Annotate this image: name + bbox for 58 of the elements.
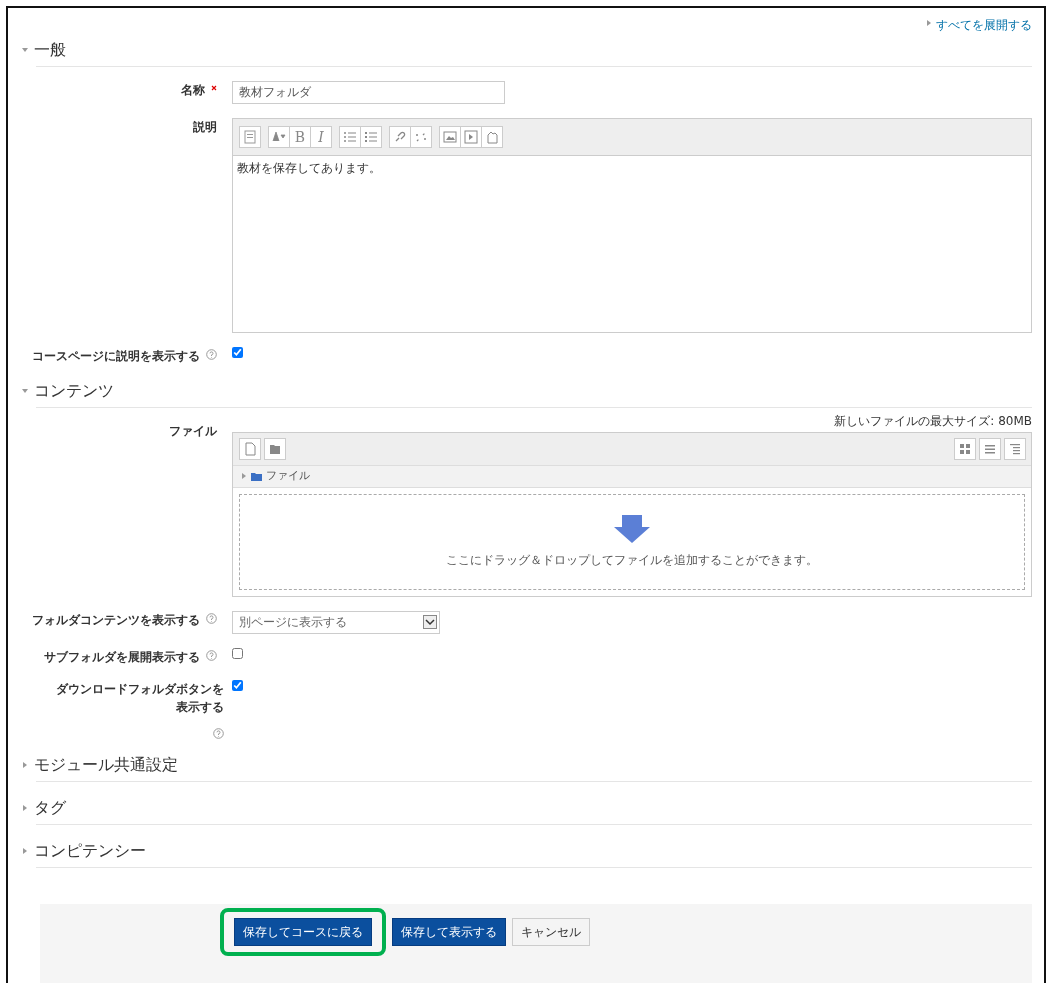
- field-label: コースページに説明を表示する: [32, 348, 200, 365]
- numbers-button[interactable]: [360, 126, 382, 148]
- bullets-button[interactable]: [339, 126, 361, 148]
- add-file-button[interactable]: [239, 438, 261, 460]
- help-icon[interactable]: [206, 612, 217, 624]
- format-button[interactable]: [239, 126, 261, 148]
- editor-field[interactable]: B I 教材を保存してあります。: [232, 118, 1032, 333]
- help-icon[interactable]: [206, 349, 217, 360]
- field-label: ファイル: [169, 423, 217, 440]
- create-folder-button[interactable]: [264, 438, 286, 460]
- field-label: サブフォルダを展開表示する: [44, 648, 200, 666]
- tree-icon: [1007, 441, 1023, 457]
- editor-text: 教材を保存してあります。: [236, 160, 382, 177]
- grid-icon: [957, 441, 973, 457]
- checkbox[interactable]: [232, 679, 243, 691]
- style-button[interactable]: [268, 126, 290, 148]
- drop-hint: ここにドラッグ＆ドロップしてファイルを追加することができます。: [446, 551, 818, 569]
- help-icon[interactable]: [213, 727, 224, 739]
- checkbox[interactable]: [232, 347, 243, 358]
- folder-path[interactable]: ファイル: [266, 468, 310, 485]
- max-size-note: 新しいファイルの最大サイズ: 80MB: [833, 413, 1032, 430]
- bold-button[interactable]: B: [289, 126, 311, 148]
- list-view-button[interactable]: [979, 438, 1001, 460]
- expand-all-link[interactable]: すべてを展開する: [936, 16, 1032, 34]
- name-field[interactable]: 教材フォルダ: [232, 81, 505, 104]
- image-button[interactable]: [439, 126, 461, 148]
- section-heading[interactable]: タグ: [34, 795, 66, 820]
- caret-right-icon: [241, 473, 247, 480]
- section-heading[interactable]: コンピテンシー: [34, 838, 146, 863]
- down-arrow-icon: [614, 514, 650, 543]
- italic-button[interactable]: I: [310, 126, 332, 148]
- section-heading[interactable]: 一般: [34, 38, 66, 62]
- folder-icon: [251, 471, 262, 481]
- image-icon: [442, 129, 458, 145]
- section-heading[interactable]: コンテンツ: [34, 379, 114, 403]
- field-label: 説明: [193, 119, 217, 136]
- help-icon[interactable]: [206, 649, 217, 661]
- link-button[interactable]: [389, 126, 411, 148]
- media-button[interactable]: [460, 126, 482, 148]
- field-label: 名称: [181, 82, 205, 99]
- tree-view-button[interactable]: [1004, 438, 1026, 460]
- save-button[interactable]: 保存してコースに戻る: [234, 917, 372, 946]
- field-label: ダウンロードフォルダボタンを表示する: [55, 680, 224, 716]
- numbers-icon: [363, 129, 379, 145]
- field-label: フォルダコンテンツを表示する: [32, 611, 200, 629]
- cancel-button[interactable]: キャンセル: [512, 917, 590, 946]
- grid-view-button[interactable]: [954, 438, 976, 460]
- select-value: 別ページに表示する: [239, 614, 347, 631]
- caret-right-icon: [925, 19, 933, 27]
- save-button[interactable]: 保存して表示する: [392, 917, 506, 946]
- checkbox[interactable]: [232, 647, 243, 659]
- file-icon: [242, 441, 258, 457]
- display-select[interactable]: 別ページに表示する: [232, 610, 440, 634]
- section-heading[interactable]: モジュール共通設定: [34, 752, 178, 777]
- bullets-icon: [342, 129, 358, 145]
- format-icon: [242, 129, 258, 145]
- drop-zone[interactable]: ここにドラッグ＆ドロップしてファイルを追加することができます。: [239, 493, 1025, 590]
- media-icon: [463, 129, 479, 145]
